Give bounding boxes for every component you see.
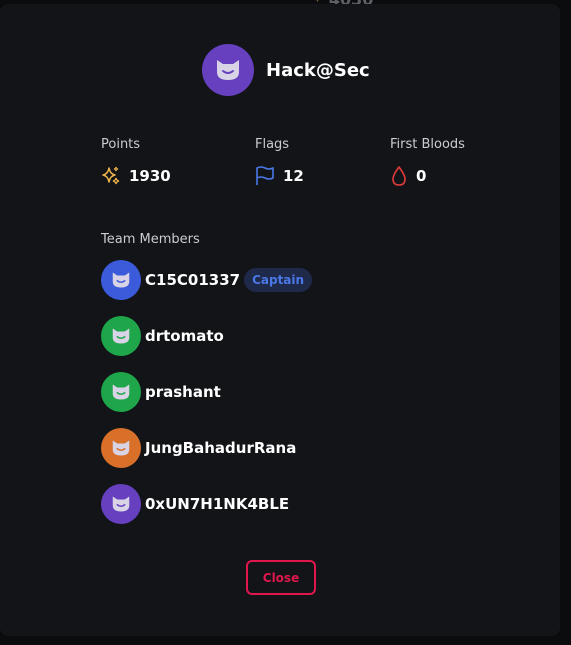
- mask-icon: [112, 384, 130, 400]
- member-name[interactable]: 0xUN7H1NK4BLE: [145, 495, 289, 513]
- stat-first-bloods-value: 0: [416, 167, 427, 185]
- member-avatar: [101, 484, 141, 524]
- stat-first-bloods: First Bloods 0: [390, 137, 465, 186]
- member-name[interactable]: C15C01337: [145, 271, 240, 289]
- member-item[interactable]: JungBahadurRana: [101, 428, 312, 468]
- team-members-list: C15C01337 Captain drtomato prashant Jung…: [101, 260, 313, 540]
- mask-icon: [112, 328, 130, 344]
- team-modal: Hack@Sec Points 1930 Flags 12 First Bloo…: [0, 4, 560, 636]
- team-name: Hack@Sec: [266, 59, 370, 81]
- member-avatar: [101, 316, 141, 356]
- team-avatar: [202, 44, 254, 96]
- team-header: Hack@Sec: [202, 44, 370, 96]
- member-item[interactable]: C15C01337 Captain: [101, 260, 313, 300]
- stat-points-value: 1930: [129, 167, 171, 185]
- flag-icon: [256, 166, 274, 185]
- stat-first-bloods-label: First Bloods: [390, 137, 465, 152]
- close-button[interactable]: Close: [246, 560, 316, 595]
- mask-icon: [112, 440, 130, 456]
- member-avatar: [101, 428, 141, 468]
- member-name[interactable]: prashant: [145, 383, 221, 401]
- team-members-heading: Team Members: [101, 232, 200, 247]
- stat-points: Points 1930: [101, 137, 171, 186]
- captain-badge: Captain: [244, 268, 313, 292]
- stat-flags: Flags 12: [255, 137, 304, 186]
- stat-flags-label: Flags: [255, 137, 290, 152]
- blood-drop-icon: [392, 166, 406, 186]
- stat-points-label: Points: [101, 137, 141, 152]
- member-item[interactable]: drtomato: [101, 316, 312, 356]
- stat-flags-value: 12: [283, 167, 304, 185]
- mask-icon: [112, 272, 130, 288]
- sparkles-icon: [102, 166, 120, 185]
- member-name[interactable]: drtomato: [145, 327, 224, 345]
- mask-icon: [217, 60, 239, 80]
- member-avatar: [101, 372, 141, 412]
- member-avatar: [101, 260, 141, 300]
- member-item[interactable]: prashant: [101, 372, 312, 412]
- mask-icon: [112, 496, 130, 512]
- member-item[interactable]: 0xUN7H1NK4BLE: [101, 484, 312, 524]
- member-name[interactable]: JungBahadurRana: [145, 439, 296, 457]
